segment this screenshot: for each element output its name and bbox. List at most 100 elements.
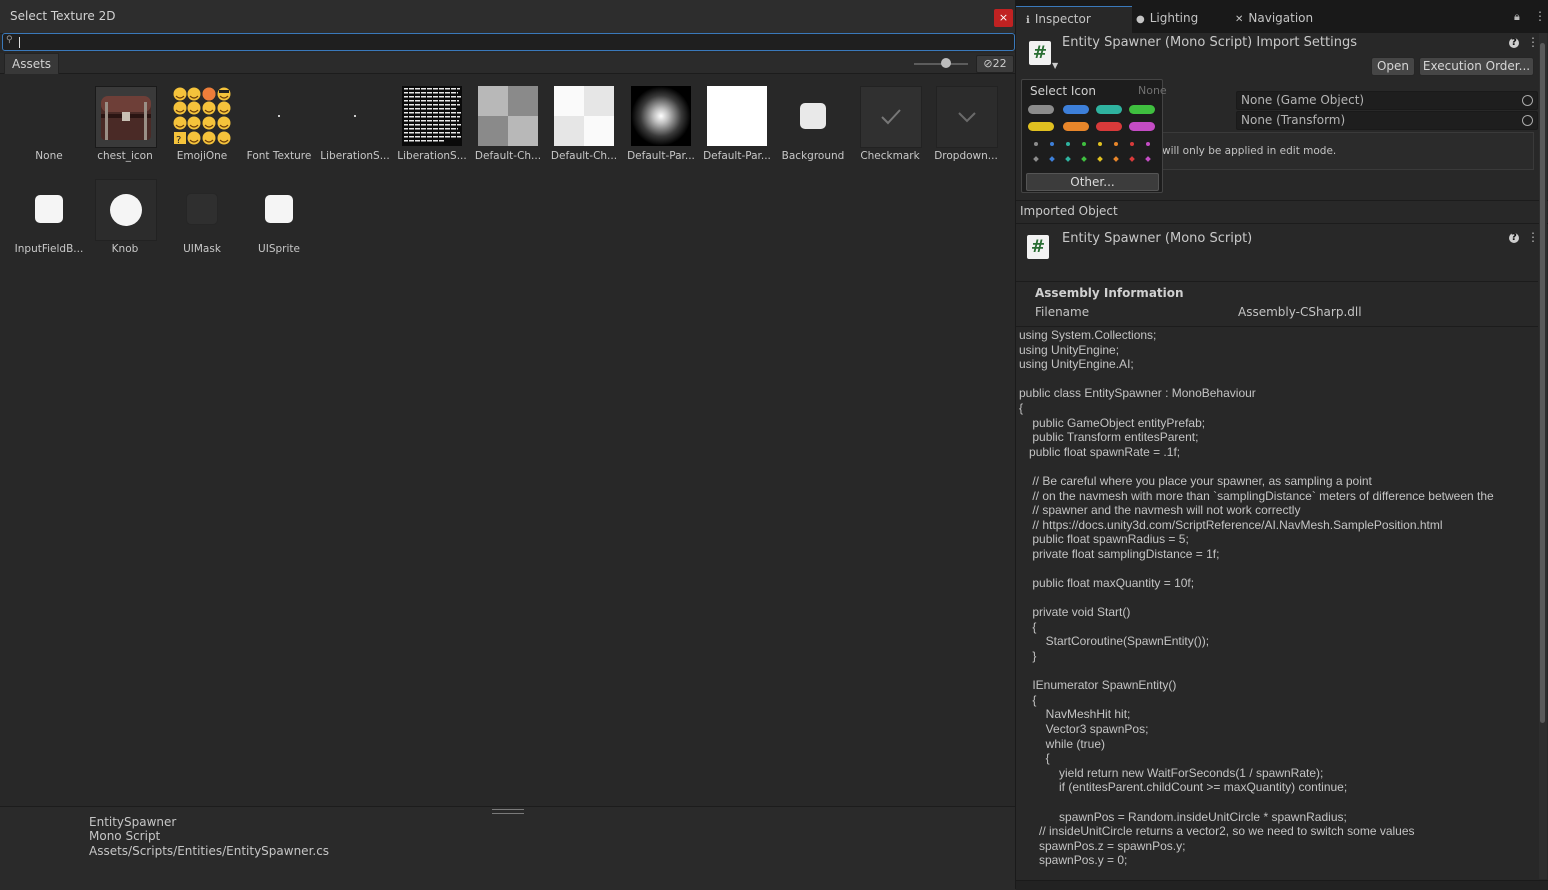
help-icon[interactable]: ?: [1509, 38, 1519, 48]
checker-gray-thumbnail: [478, 86, 538, 146]
asset-label: Default-Par...: [703, 150, 771, 162]
asset-label: Checkmark: [860, 150, 920, 162]
dot-icon-yellow[interactable]: [1098, 142, 1102, 146]
dot-icon-gray[interactable]: [1034, 142, 1038, 146]
asset-tile-default-checker-white[interactable]: Default-Ch...: [547, 86, 621, 176]
hidden-items-toggle[interactable]: ⊘22: [976, 55, 1014, 73]
select-texture-window: Select Texture 2D × ⚲ Assets ⊘22 None ch…: [0, 0, 1016, 890]
label-icon-orange[interactable]: [1063, 122, 1089, 131]
asset-label: Dropdown...: [934, 150, 998, 162]
asset-tile-checkmark[interactable]: Checkmark: [853, 86, 927, 176]
assembly-information: Assembly Information Filename Assembly-C…: [1016, 281, 1538, 327]
diamond-icon-teal[interactable]: [1065, 156, 1071, 162]
kebab-menu-icon[interactable]: ⋮: [1527, 35, 1539, 49]
asset-label: Knob: [111, 243, 139, 255]
dot-icon-purple[interactable]: [1146, 142, 1150, 146]
search-input[interactable]: [17, 34, 1007, 50]
tab-label: Inspector: [1034, 12, 1091, 26]
dot-icon-green[interactable]: [1082, 142, 1086, 146]
script-icon[interactable]: #: [1029, 41, 1051, 65]
asset-label: None: [35, 150, 63, 162]
kebab-menu-icon[interactable]: ⋮: [1534, 9, 1546, 23]
tab-lighting[interactable]: ● Lighting: [1126, 6, 1232, 33]
asset-tile-inputfield-background[interactable]: InputFieldB...: [12, 179, 86, 269]
lock-icon[interactable]: 🔒︎: [1514, 10, 1520, 24]
diamond-icon-gray[interactable]: [1033, 156, 1039, 162]
asset-label: Default-Ch...: [474, 150, 542, 162]
preview-type: Mono Script: [89, 829, 161, 843]
asset-tile-dropdown[interactable]: Dropdown...: [929, 86, 1003, 176]
eye-slash-icon: ⊘: [983, 57, 993, 70]
font-texture-thumbnail: [249, 86, 309, 146]
zoom-slider-knob[interactable]: [941, 58, 951, 68]
asset-label: Default-Ch...: [550, 150, 618, 162]
filename-label: Filename: [1035, 305, 1090, 319]
dot-icon-blue[interactable]: [1050, 142, 1054, 146]
asset-tile-default-particle-white[interactable]: Default-Par...: [700, 86, 774, 176]
asset-tile-emojione[interactable]: ? EmojiOne: [165, 86, 239, 176]
picker-toolbar: Assets ⊘22: [0, 53, 1015, 74]
tab-assets[interactable]: Assets: [4, 53, 60, 74]
filename-value: Assembly-CSharp.dll: [1238, 305, 1362, 319]
dropdown-arrow-icon[interactable]: ▼: [1052, 61, 1058, 70]
diamond-icon-purple[interactable]: [1145, 156, 1151, 162]
imported-object-header: Imported Object: [1016, 200, 1548, 224]
kebab-menu-icon[interactable]: ⋮: [1527, 230, 1539, 244]
resize-handle[interactable]: [492, 809, 524, 814]
asset-tile-chest-icon[interactable]: chest_icon: [88, 86, 162, 176]
diamond-icon-yellow[interactable]: [1097, 156, 1103, 162]
inspector-scrollbar[interactable]: [1539, 33, 1547, 879]
entity-prefab-field[interactable]: None (Game Object): [1236, 91, 1538, 110]
help-icon[interactable]: ?: [1509, 233, 1519, 243]
dot-icon-orange[interactable]: [1114, 142, 1118, 146]
close-button[interactable]: ×: [994, 9, 1013, 27]
chevron-down-icon: [936, 86, 998, 148]
asset-tile-liberation-atlas[interactable]: LiberationS...: [395, 86, 469, 176]
execution-order-button[interactable]: Execution Order...: [1419, 57, 1534, 76]
select-icon-popup: Select Icon None Other...: [1021, 79, 1167, 193]
search-field[interactable]: ⚲: [2, 33, 1015, 51]
label-icon-purple[interactable]: [1129, 122, 1155, 131]
asset-tile-uisprite[interactable]: UISprite: [242, 179, 316, 269]
object-picker-icon[interactable]: [1522, 95, 1533, 106]
dot-icon-teal[interactable]: [1066, 142, 1070, 146]
asset-tile-background[interactable]: Background: [776, 86, 850, 176]
label-icon-red[interactable]: [1096, 122, 1122, 131]
inspector-tab-bar: ℹ Inspector ● Lighting ✕ Navigation 🔒︎ ⋮: [1016, 0, 1548, 34]
window-title: Select Texture 2D: [10, 9, 116, 23]
asset-label: chest_icon: [97, 150, 153, 162]
asset-tile-knob[interactable]: Knob: [88, 179, 162, 269]
other-icon-button[interactable]: Other...: [1026, 173, 1159, 191]
font-atlas-thumbnail: [402, 86, 462, 146]
diamond-icon-orange[interactable]: [1113, 156, 1119, 162]
preview-path: Assets/Scripts/Entities/EntitySpawner.cs: [89, 844, 330, 858]
tab-navigation[interactable]: ✕ Navigation: [1225, 6, 1345, 33]
diamond-icon-red[interactable]: [1129, 156, 1135, 162]
dot-icon-red[interactable]: [1130, 142, 1134, 146]
info-icon: ℹ: [1026, 15, 1030, 26]
edit-mode-note: will only be applied in edit mode.: [1156, 132, 1534, 170]
entites-parent-field[interactable]: None (Transform): [1236, 111, 1538, 130]
asset-tile-uimask[interactable]: UIMask: [165, 179, 239, 269]
scrollbar-thumb[interactable]: [1540, 43, 1545, 723]
label-icon-blue[interactable]: [1063, 105, 1089, 114]
asset-tile-font-texture[interactable]: Font Texture: [242, 86, 316, 176]
label-icon-gray[interactable]: [1028, 105, 1054, 114]
diamond-icon-blue[interactable]: [1049, 156, 1055, 162]
label-icon-green[interactable]: [1129, 105, 1155, 114]
search-icon: ⚲: [6, 35, 13, 45]
label-icon-yellow[interactable]: [1028, 122, 1054, 131]
tab-label: Lighting: [1149, 11, 1199, 25]
tab-label: Navigation: [1248, 11, 1314, 25]
asset-tile-default-checker-gray[interactable]: Default-Ch...: [471, 86, 545, 176]
diamond-icon-green[interactable]: [1081, 156, 1087, 162]
asset-tile-default-particle[interactable]: Default-Par...: [624, 86, 698, 176]
object-picker-icon[interactable]: [1522, 115, 1533, 126]
imported-object-label: Imported Object: [1020, 204, 1118, 218]
none-option[interactable]: None: [1138, 84, 1167, 97]
asset-tile-liberation-small[interactable]: LiberationS...: [318, 86, 392, 176]
open-button[interactable]: Open: [1371, 57, 1415, 76]
tab-inspector[interactable]: ℹ Inspector: [1016, 6, 1132, 34]
label-icon-teal[interactable]: [1096, 105, 1122, 114]
asset-tile-none[interactable]: None: [12, 86, 86, 176]
